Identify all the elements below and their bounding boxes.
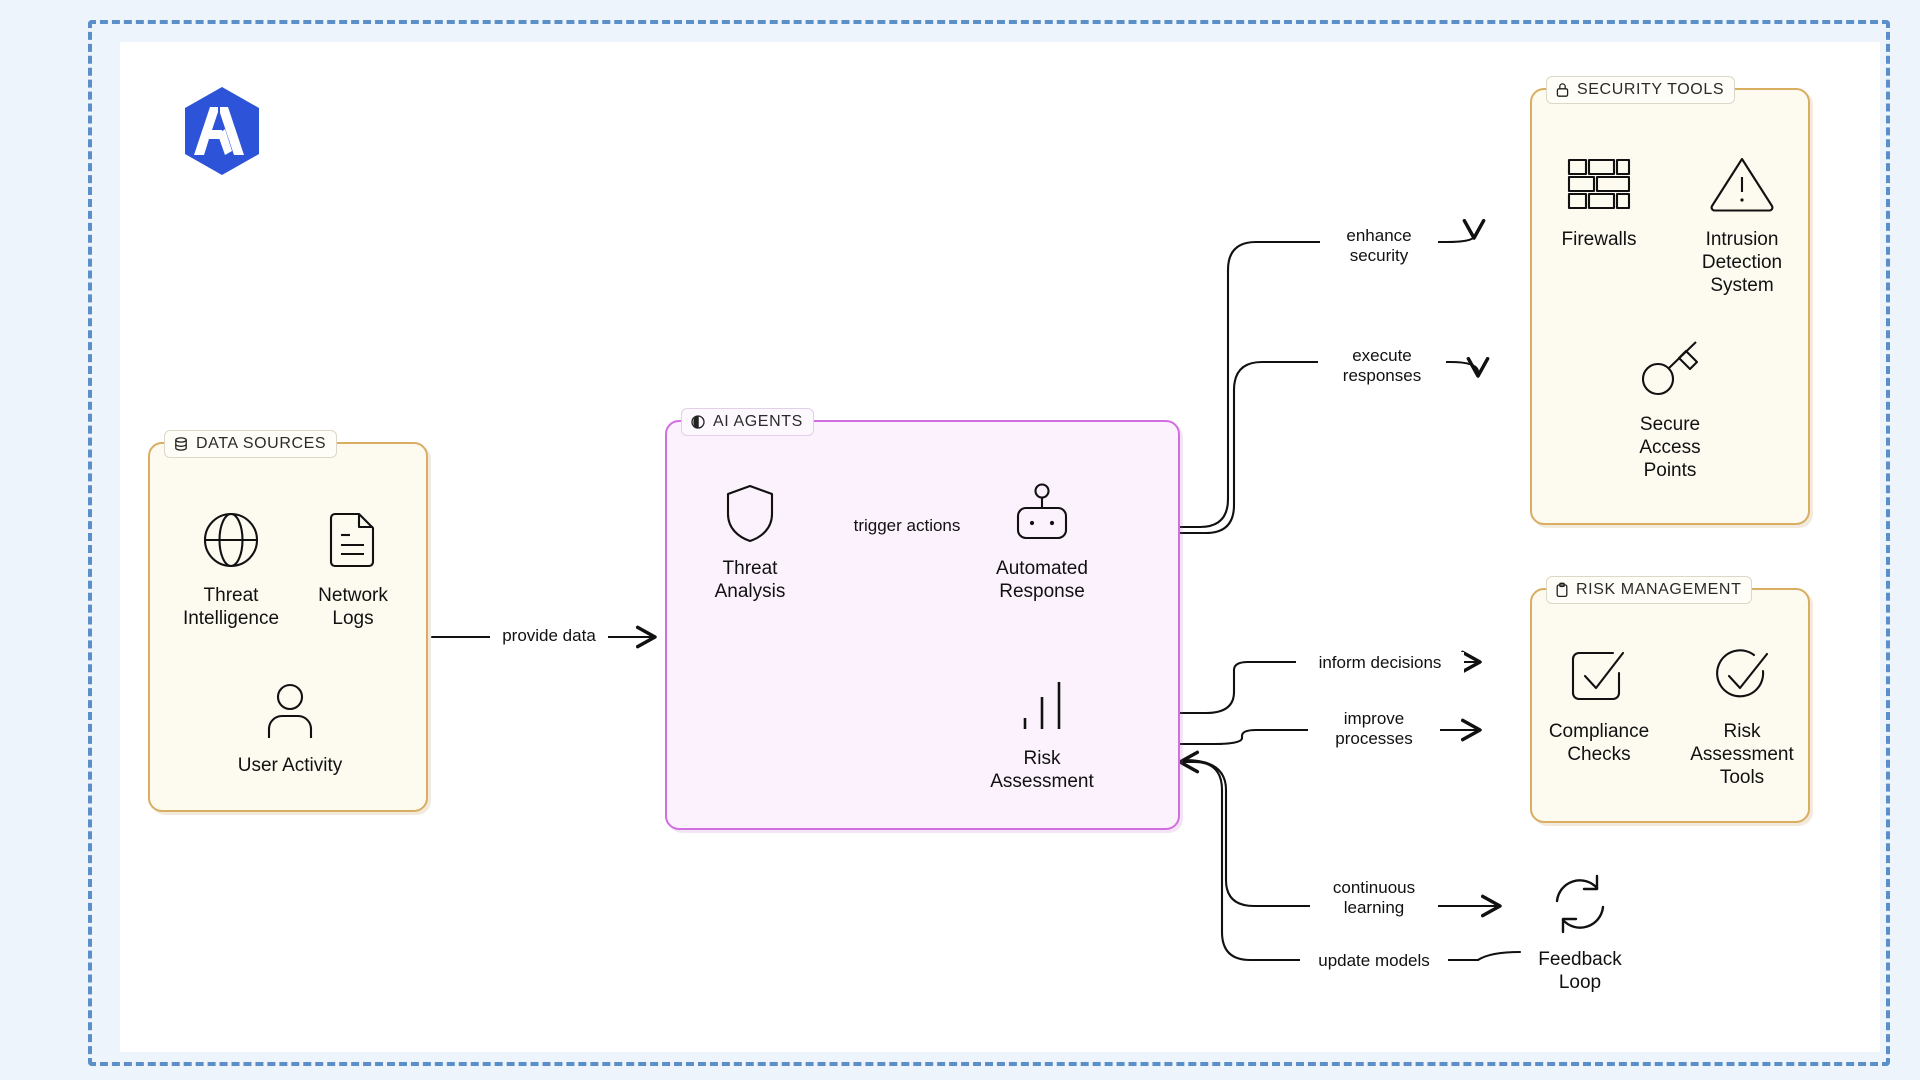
key-icon bbox=[1636, 333, 1704, 405]
edge-label-trigger-actions: trigger actions bbox=[838, 515, 976, 538]
group-badge-ai-agents: AI AGENTS bbox=[681, 408, 814, 436]
node-threat-analysis[interactable]: Threat Analysis bbox=[675, 477, 825, 603]
node-label: Firewalls bbox=[1561, 229, 1637, 250]
node-label: User Activity bbox=[237, 755, 343, 776]
document-lines-icon bbox=[326, 504, 380, 576]
group-badge-label: DATA SOURCES bbox=[196, 435, 327, 452]
group-badge-security-tools: SECURITY TOOLS bbox=[1546, 76, 1736, 104]
node-automated-response[interactable]: Automated Response bbox=[967, 477, 1117, 603]
warning-triangle-icon bbox=[1708, 148, 1776, 220]
check-circle-icon bbox=[1710, 640, 1774, 712]
refresh-cycle-icon bbox=[1545, 868, 1615, 940]
node-label: Automated Response bbox=[996, 558, 1088, 603]
globe-icon bbox=[200, 504, 262, 576]
group-risk-management: RISK MANAGEMENT Compliance Checks Risk A… bbox=[1530, 576, 1810, 823]
group-badge-data-sources: DATA SOURCES bbox=[164, 430, 338, 458]
brand-logo bbox=[180, 85, 264, 177]
database-icon bbox=[173, 436, 189, 452]
edge-label-continuous-learning: continuous learning bbox=[1310, 877, 1438, 920]
group-security-tools: SECURITY TOOLS Firewalls Intrusion Detec… bbox=[1530, 76, 1810, 525]
bar-chart-icon bbox=[1012, 667, 1072, 739]
robot-icon bbox=[1008, 477, 1076, 549]
edge-label-execute-responses: execute responses bbox=[1318, 345, 1446, 388]
brick-wall-icon bbox=[1564, 148, 1634, 220]
group-ai-agents: AI AGENTS Threat Analysis Automated Resp… bbox=[665, 408, 1180, 830]
node-label: Network Logs bbox=[318, 585, 388, 630]
diagram-canvas: DATA SOURCES Threat Intelligence Network… bbox=[0, 0, 1920, 1080]
edge-label-enhance-security: enhance security bbox=[1320, 225, 1438, 268]
check-square-icon bbox=[1567, 640, 1631, 712]
edge-label-improve-processes: improve processes bbox=[1308, 708, 1440, 751]
node-label: Risk Assessment bbox=[990, 748, 1094, 793]
group-badge-label: AI AGENTS bbox=[713, 413, 803, 430]
shield-icon bbox=[724, 477, 776, 549]
clipboard-icon bbox=[1555, 582, 1569, 598]
node-intrusion-detection-system[interactable]: Intrusion Detection System bbox=[1667, 148, 1817, 298]
node-user-activity[interactable]: User Activity bbox=[215, 674, 365, 777]
node-secure-access-points[interactable]: Secure Access Points bbox=[1595, 333, 1745, 483]
group-badge-risk-management: RISK MANAGEMENT bbox=[1546, 576, 1753, 604]
node-risk-assessment-tools[interactable]: Risk Assessment Tools bbox=[1667, 640, 1817, 790]
brain-icon bbox=[690, 414, 706, 430]
node-label: Threat Intelligence bbox=[182, 585, 280, 630]
node-feedback-loop[interactable]: Feedback Loop bbox=[1505, 868, 1655, 994]
node-risk-assessment[interactable]: Risk Assessment bbox=[967, 667, 1117, 793]
node-compliance-checks[interactable]: Compliance Checks bbox=[1524, 640, 1674, 766]
edge-label-update-models: update models bbox=[1300, 950, 1448, 973]
node-label: Secure Access Points bbox=[1639, 414, 1701, 482]
group-badge-label: SECURITY TOOLS bbox=[1577, 81, 1725, 98]
node-label: Compliance Checks bbox=[1548, 721, 1650, 766]
node-label: Threat Analysis bbox=[714, 558, 786, 603]
lock-icon bbox=[1555, 82, 1570, 98]
node-label: Risk Assessment Tools bbox=[1690, 721, 1794, 789]
node-network-logs[interactable]: Network Logs bbox=[278, 504, 428, 630]
group-data-sources: DATA SOURCES Threat Intelligence Network… bbox=[148, 430, 428, 812]
edge-label-provide-data: provide data bbox=[490, 625, 608, 648]
node-firewalls[interactable]: Firewalls bbox=[1524, 148, 1674, 251]
edge-label-inform-decisions: inform decisions bbox=[1296, 652, 1464, 675]
node-label: Feedback Loop bbox=[1538, 949, 1622, 994]
node-label: Intrusion Detection System bbox=[1701, 229, 1783, 297]
user-icon bbox=[261, 674, 319, 746]
group-badge-label: RISK MANAGEMENT bbox=[1576, 581, 1742, 598]
